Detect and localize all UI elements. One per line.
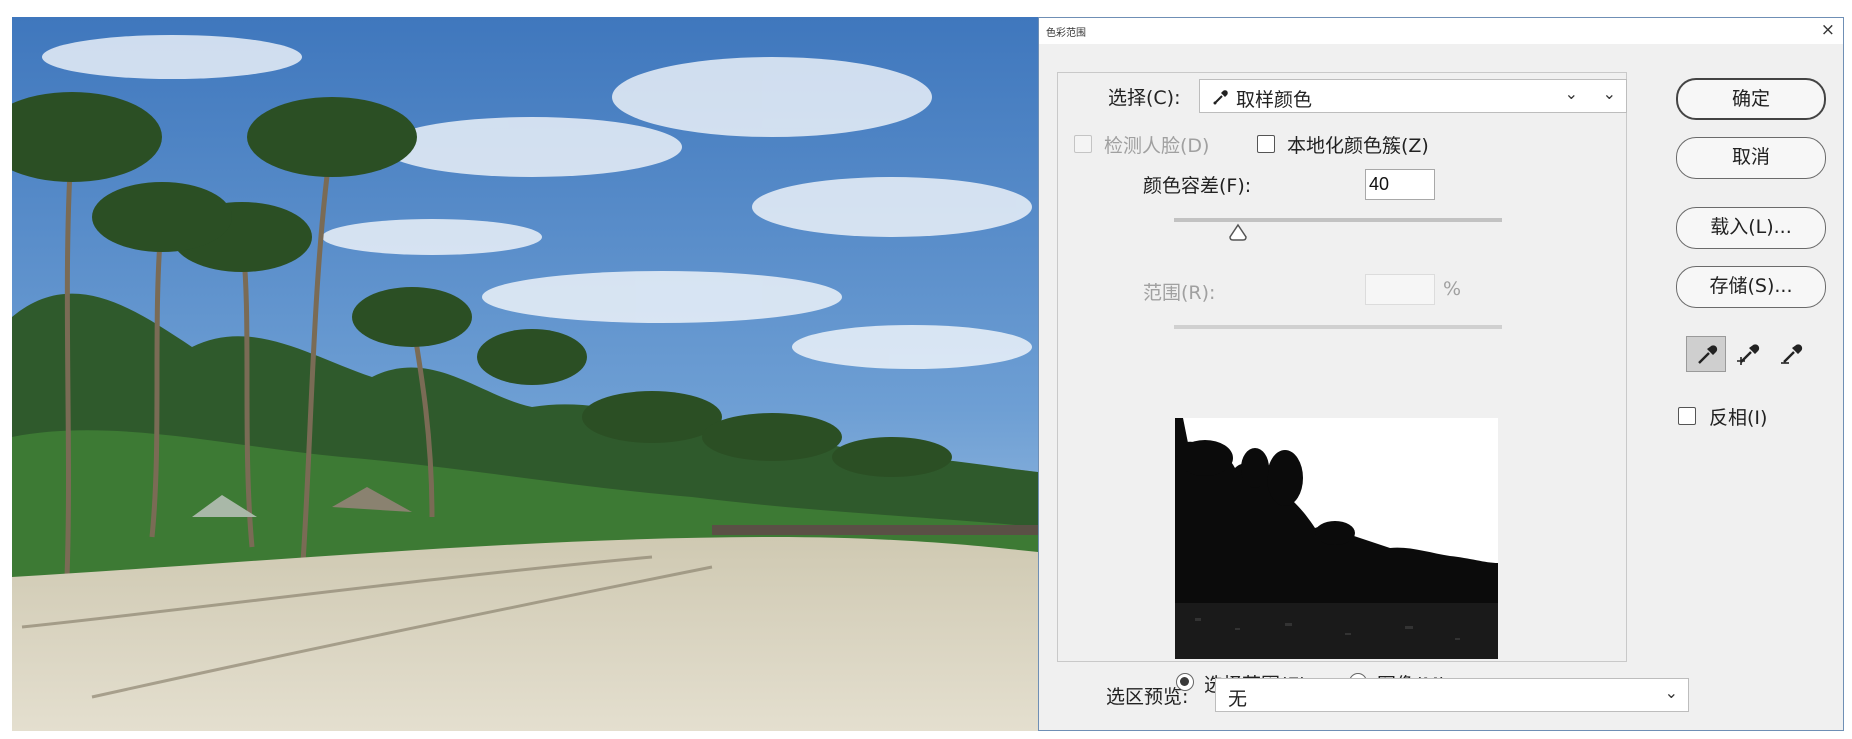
detect-faces-checkbox[interactable]: [1074, 135, 1092, 153]
chevron-down-icon: ⌄: [1602, 84, 1616, 103]
selection-preview-value: 无: [1228, 688, 1248, 710]
options-group: 选择(C): 取样颜色 ⌄ ⌄ 检测人脸(D) 本地化颜色簇(Z) 颜色容差(F…: [1057, 72, 1627, 696]
close-icon[interactable]: ×: [1821, 20, 1835, 40]
selection-preview: [1175, 418, 1498, 659]
selection-preview-dropdown[interactable]: 无 ⌄: [1215, 678, 1689, 712]
eyedropper-icon: [1213, 90, 1228, 105]
range-label: 范围(R):: [1143, 282, 1216, 304]
chevron-down-icon: ⌄: [1664, 683, 1678, 702]
beach-photo: [12, 17, 1038, 731]
selection-preview-label: 选区预览:: [1106, 686, 1189, 708]
select-value: 取样颜色: [1236, 89, 1313, 111]
select-dropdown[interactable]: 取样颜色 ⌄ ⌄: [1199, 79, 1627, 113]
color-range-dialog: 色彩范围 × 选择(C): 取样颜色 ⌄ ⌄ 检测人脸(D) 本地化颜色簇(Z)…: [1038, 17, 1844, 731]
fuzziness-slider-thumb[interactable]: [1228, 223, 1248, 241]
range-unit: %: [1443, 278, 1462, 300]
eyedropper-plus-icon: [1737, 344, 1760, 365]
fuzziness-label: 颜色容差(F):: [1143, 175, 1252, 197]
cancel-button[interactable]: 取消: [1676, 137, 1826, 179]
chevron-down-icon: ⌄: [1564, 84, 1578, 103]
eyedropper-subtract-tool[interactable]: [1772, 336, 1812, 372]
eyedropper-add-tool[interactable]: [1729, 336, 1769, 372]
load-button[interactable]: 载入(L)...: [1676, 207, 1826, 249]
title-bar: 色彩范围 ×: [1039, 18, 1843, 44]
select-label: 选择(C):: [1108, 87, 1181, 109]
range-input[interactable]: [1365, 274, 1435, 305]
invert-checkbox[interactable]: [1678, 407, 1696, 425]
eyedropper-minus-icon: [1781, 344, 1803, 364]
ok-button[interactable]: 确定: [1676, 78, 1826, 120]
fuzziness-slider-track[interactable]: [1174, 218, 1502, 222]
save-button[interactable]: 存储(S)...: [1676, 266, 1826, 308]
eyedropper-tool[interactable]: [1686, 336, 1726, 372]
invert-label: 反相(I): [1709, 407, 1768, 429]
detect-faces-label: 检测人脸(D): [1104, 135, 1210, 157]
range-slider-track[interactable]: [1174, 325, 1502, 329]
localized-clusters-label: 本地化颜色簇(Z): [1287, 135, 1429, 157]
eyedropper-icon: [1698, 345, 1718, 364]
localized-clusters-checkbox[interactable]: [1257, 135, 1275, 153]
dialog-title: 色彩范围: [1046, 28, 1086, 39]
fuzziness-input[interactable]: [1365, 169, 1435, 200]
